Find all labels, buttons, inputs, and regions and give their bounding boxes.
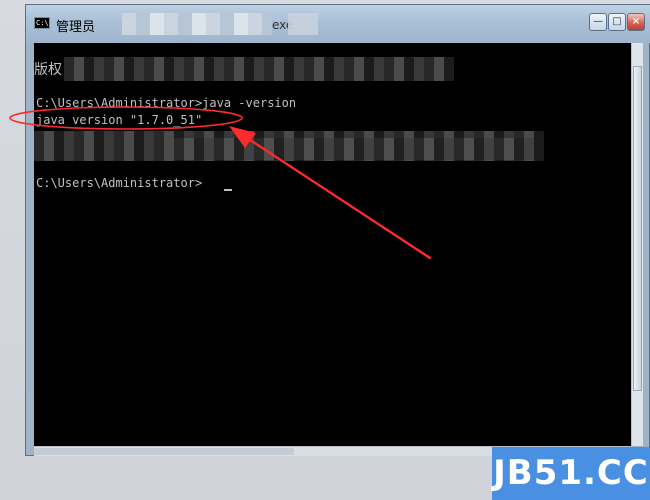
command-line: C:\Users\Administrator>java -version [36,96,297,110]
screenshot-page: C:\ 管理员 exe — □ × 版权 C:\Users\Administra… [0,0,650,500]
vertical-scrollbar[interactable] [631,43,643,446]
horizontal-scroll-thumb[interactable] [34,448,294,455]
window-titlebar[interactable]: C:\ 管理员 exe — □ × [26,5,650,43]
prompt-line: C:\Users\Administrator> [36,176,203,190]
command-prompt-window[interactable]: C:\ 管理员 exe — □ × 版权 C:\Users\Administra… [25,4,650,456]
maximize-button[interactable]: □ [608,13,626,31]
redacted-output-area-secondary [174,138,534,160]
watermark-badge: JB51.CC [492,447,650,500]
window-title: 管理员 [56,20,96,35]
console-icon: C:\ [34,17,50,29]
window-controls: — □ × [589,13,645,33]
close-button[interactable]: × [627,13,645,31]
java-version-line: java version "1.7.0_51" [36,113,203,127]
title-redaction [122,13,272,35]
console-output[interactable]: 版权 C:\Users\Administrator>java -version … [34,43,631,446]
redacted-copyright-area [64,57,454,81]
vertical-scroll-thumb[interactable] [633,66,642,391]
copyright-text: 版权 [34,62,62,78]
title-redaction-secondary [288,13,318,35]
text-cursor [224,189,232,191]
minimize-button[interactable]: — [589,13,607,31]
